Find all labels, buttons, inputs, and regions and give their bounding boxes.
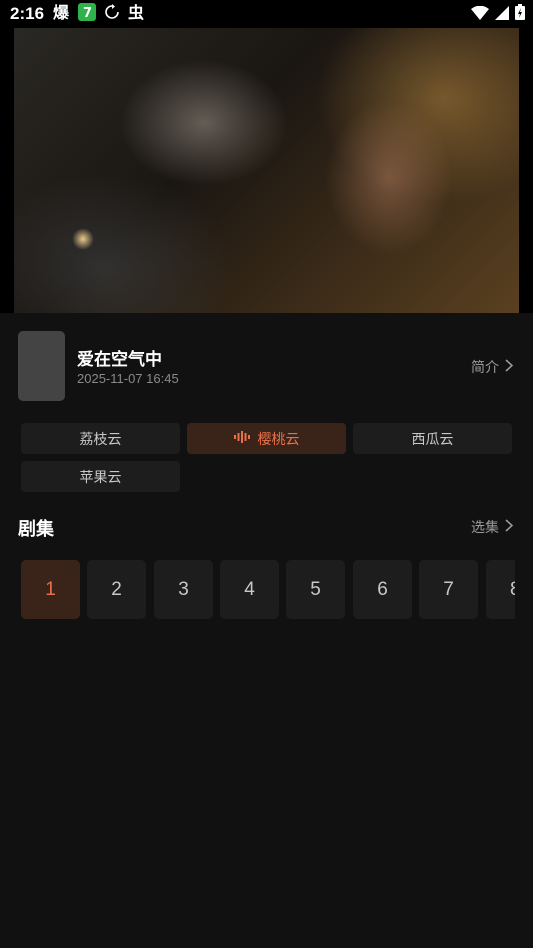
episode-list[interactable]: 1 2 3 4 5 6 7 8 <box>21 560 515 619</box>
svg-text:虫: 虫 <box>128 3 144 21</box>
episode-button[interactable]: 8 <box>486 560 515 619</box>
source-label: 苹果云 <box>79 469 122 486</box>
episodes-heading: 剧集 <box>18 519 54 540</box>
select-episode-label: 选集 <box>471 520 499 536</box>
episode-button[interactable]: 1 <box>21 560 80 619</box>
explosion-app-icon: 爆 <box>52 3 70 25</box>
intro-button[interactable]: 简介 <box>471 357 514 377</box>
intro-label: 简介 <box>471 360 499 376</box>
video-frame[interactable] <box>14 28 519 313</box>
svg-text:7: 7 <box>83 6 92 21</box>
chevron-right-icon <box>505 358 514 376</box>
episode-button[interactable]: 3 <box>154 560 213 619</box>
battery-charging-icon <box>515 4 525 24</box>
wifi-icon <box>471 5 489 24</box>
source-label: 樱桃云 <box>257 431 300 448</box>
select-episode-button[interactable]: 选集 <box>471 517 514 537</box>
show-date: 2025-11-07 16:45 <box>77 371 179 386</box>
app-7-icon: 7 <box>78 3 97 25</box>
source-button-yingtao[interactable]: 樱桃云 <box>187 423 346 454</box>
episode-button[interactable]: 2 <box>87 560 146 619</box>
episode-button[interactable]: 7 <box>419 560 478 619</box>
video-light-spot <box>72 228 94 250</box>
source-label: 西瓜云 <box>411 431 454 448</box>
episode-button[interactable]: 4 <box>220 560 279 619</box>
episode-button[interactable]: 6 <box>353 560 412 619</box>
video-player[interactable] <box>0 28 533 313</box>
show-title: 爱在空气中 <box>77 350 162 370</box>
sync-icon <box>104 4 120 24</box>
source-button-xigua[interactable]: 西瓜云 <box>353 423 512 454</box>
source-label: 荔枝云 <box>79 431 122 448</box>
episode-button[interactable]: 5 <box>286 560 345 619</box>
status-time: 2:16 <box>10 4 45 23</box>
chevron-right-icon <box>505 518 514 536</box>
source-button-lizhi[interactable]: 荔枝云 <box>21 423 180 454</box>
audio-wave-icon <box>233 430 250 447</box>
bug-icon: 虫 <box>128 3 146 25</box>
svg-text:爆: 爆 <box>53 3 70 21</box>
source-button-pingguo[interactable]: 苹果云 <box>21 461 180 492</box>
signal-icon <box>495 5 509 24</box>
status-bar: 2:16 爆 7 虫 <box>0 0 533 28</box>
poster-thumbnail <box>18 331 65 401</box>
